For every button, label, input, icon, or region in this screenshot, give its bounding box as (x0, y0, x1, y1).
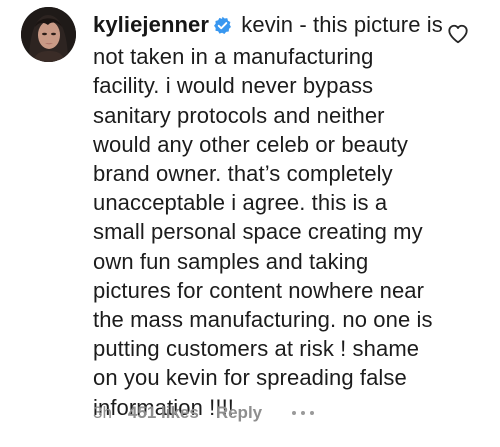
reply-button[interactable]: Reply (216, 403, 262, 423)
more-dot (292, 411, 297, 415)
heart-icon[interactable] (447, 23, 469, 45)
verified-badge-icon (213, 13, 232, 42)
more-options-icon[interactable] (292, 411, 315, 415)
comment-text: kevin - this picture is not taken in a m… (93, 12, 443, 420)
comment: kyliejenner kevin - this picture is not … (0, 0, 500, 447)
avatar-image (21, 7, 76, 62)
comment-body: kyliejenner kevin - this picture is not … (93, 10, 445, 422)
likes-count-button[interactable]: 451 likes (128, 403, 199, 423)
more-dot (310, 411, 315, 415)
comment-meta: 3h 451 likes Reply (93, 400, 315, 426)
more-dot (301, 411, 306, 415)
avatar[interactable] (21, 7, 76, 62)
comment-timestamp: 3h (93, 403, 112, 422)
username-link[interactable]: kyliejenner (93, 12, 209, 37)
